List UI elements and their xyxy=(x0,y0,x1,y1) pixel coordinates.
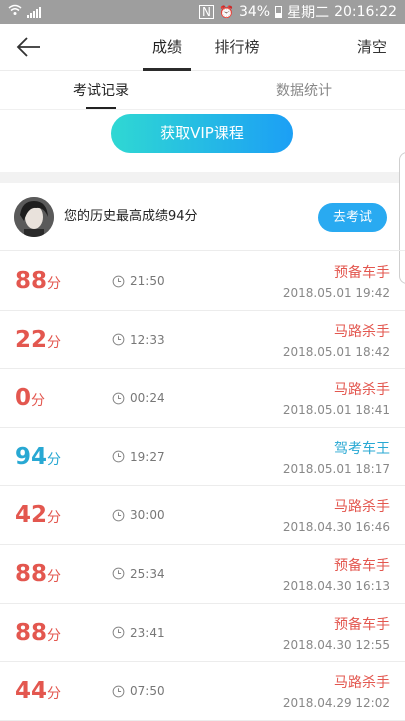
score-unit: 分 xyxy=(47,276,62,292)
list-item[interactable]: 22分 12:33 马路杀手 2018.05.01 18:42 xyxy=(0,311,405,370)
duration-value: 00:24 xyxy=(130,391,165,406)
clock-icon xyxy=(112,509,125,522)
wifi-icon xyxy=(8,4,22,20)
subtab-exam-records[interactable]: 考试记录 xyxy=(60,72,142,110)
score-value: 88 xyxy=(15,560,48,587)
best-score-text: 您的历史最高成绩94分 xyxy=(64,209,198,224)
status-bar: N ⏰ 34% 星期二 20:16:22 xyxy=(0,0,405,24)
score-value: 0 xyxy=(15,385,32,412)
score-value: 42 xyxy=(15,502,48,529)
duration-value: 21:50 xyxy=(130,274,165,288)
score: 88分 xyxy=(15,559,61,592)
score-unit: 分 xyxy=(47,686,62,703)
duration-value: 12:33 xyxy=(130,332,165,347)
top-nav: 成绩 排行榜 清空 xyxy=(0,24,405,71)
battery-icon xyxy=(275,6,283,18)
score: 88分 xyxy=(15,618,61,651)
score-value: 22 xyxy=(15,326,48,353)
clock-time: 20:16:22 xyxy=(334,4,397,20)
clear-button[interactable]: 清空 xyxy=(357,24,387,71)
exam-date: 2018.04.30 16:13 xyxy=(282,578,390,593)
clock-icon xyxy=(112,626,125,639)
list-item[interactable]: 42分 30:00 马路杀手 2018.04.30 16:46 xyxy=(0,486,405,545)
nfc-icon: N xyxy=(199,5,215,19)
clock-icon xyxy=(112,275,125,287)
score: 88分 xyxy=(15,266,61,299)
duration-value: 07:50 xyxy=(130,684,165,699)
score-value: 88 xyxy=(15,268,48,294)
score: 44分 xyxy=(15,676,61,709)
duration-value: 25:34 xyxy=(130,566,165,581)
tab-ranking[interactable]: 排行榜 xyxy=(210,24,264,71)
rank-title: 马路杀手 xyxy=(334,675,390,692)
duration: 19:27 xyxy=(112,428,165,486)
list-item[interactable]: 88分 21:50 预备车手 2018.05.01 19:42 xyxy=(0,252,405,311)
exam-date: 2018.05.01 18:17 xyxy=(282,461,390,476)
clock-icon xyxy=(112,685,125,698)
rank-title: 马路杀手 xyxy=(334,499,390,516)
exam-date: 2018.05.01 18:42 xyxy=(282,344,390,359)
exam-date: 2018.05.01 19:42 xyxy=(282,286,390,300)
score-unit: 分 xyxy=(31,393,46,410)
duration-value: 19:27 xyxy=(130,449,165,464)
back-arrow-icon[interactable] xyxy=(16,36,42,58)
list-item[interactable]: 88分 23:41 预备车手 2018.04.30 12:55 xyxy=(0,604,405,663)
score-unit: 分 xyxy=(47,451,62,468)
duration: 12:33 xyxy=(112,311,165,369)
best-score-bar: 您的历史最高成绩94分 去考试 xyxy=(0,183,405,251)
score-value: 44 xyxy=(15,678,48,705)
exam-date: 2018.05.01 18:41 xyxy=(282,403,390,418)
clock-icon xyxy=(112,450,125,463)
battery-level: 34% xyxy=(238,4,271,20)
rank-title: 马路杀手 xyxy=(334,382,390,399)
exam-date: 2018.04.30 16:46 xyxy=(282,520,390,535)
list-item[interactable]: 0分 00:24 马路杀手 2018.05.01 18:41 xyxy=(0,369,405,428)
duration: 25:34 xyxy=(112,545,165,603)
rank-title: 预备车手 xyxy=(334,265,390,281)
avatar xyxy=(14,197,54,237)
duration: 07:50 xyxy=(112,662,165,720)
list-item[interactable]: 88分 25:34 预备车手 2018.04.30 16:13 xyxy=(0,545,405,604)
start-exam-button[interactable]: 去考试 xyxy=(318,203,387,232)
score-value: 94 xyxy=(15,443,48,470)
list-item[interactable]: 44分 07:50 马路杀手 2018.04.29 12:02 xyxy=(0,662,405,721)
exam-date: 2018.04.30 12:55 xyxy=(282,637,390,652)
duration: 30:00 xyxy=(112,486,165,544)
tab-active-indicator xyxy=(143,68,191,71)
section-divider xyxy=(0,172,405,183)
score: 42分 xyxy=(15,500,61,533)
tab-score[interactable]: 成绩 xyxy=(141,24,193,71)
duration: 21:50 xyxy=(112,252,165,310)
vip-course-button[interactable]: 获取VIP课程 xyxy=(111,114,293,153)
score: 94分 xyxy=(15,442,61,475)
clock-icon xyxy=(112,392,125,405)
score: 22分 xyxy=(15,325,61,358)
score-unit: 分 xyxy=(47,568,62,585)
duration: 00:24 xyxy=(112,369,165,427)
rank-title: 预备车手 xyxy=(334,557,390,574)
score-unit: 分 xyxy=(47,627,62,644)
signal-icon xyxy=(27,6,41,18)
alarm-icon: ⏰ xyxy=(219,5,234,19)
score-unit: 分 xyxy=(47,334,62,351)
duration: 23:41 xyxy=(112,604,165,662)
score: 0分 xyxy=(15,383,45,416)
duration-value: 23:41 xyxy=(130,625,165,640)
score-value: 88 xyxy=(15,619,48,646)
clock-icon xyxy=(112,333,125,346)
rank-title: 马路杀手 xyxy=(334,323,390,340)
clock-icon xyxy=(112,568,125,580)
list-item[interactable]: 94分 19:27 驾考车王 2018.05.01 18:17 xyxy=(0,428,405,487)
subtabs: 考试记录 数据统计 xyxy=(0,72,405,110)
score-unit: 分 xyxy=(47,510,62,527)
weekday: 星期二 xyxy=(287,5,330,21)
subtab-statistics[interactable]: 数据统计 xyxy=(262,72,346,110)
duration-value: 30:00 xyxy=(130,508,165,523)
rank-title: 驾考车王 xyxy=(334,440,390,457)
rank-title: 预备车手 xyxy=(334,616,390,633)
exam-date: 2018.04.29 12:02 xyxy=(282,696,390,711)
exam-record-list: 88分 21:50 预备车手 2018.05.01 19:42 22分 12:33 马路杀手… xyxy=(0,252,405,721)
subtab-active-indicator xyxy=(86,107,116,109)
